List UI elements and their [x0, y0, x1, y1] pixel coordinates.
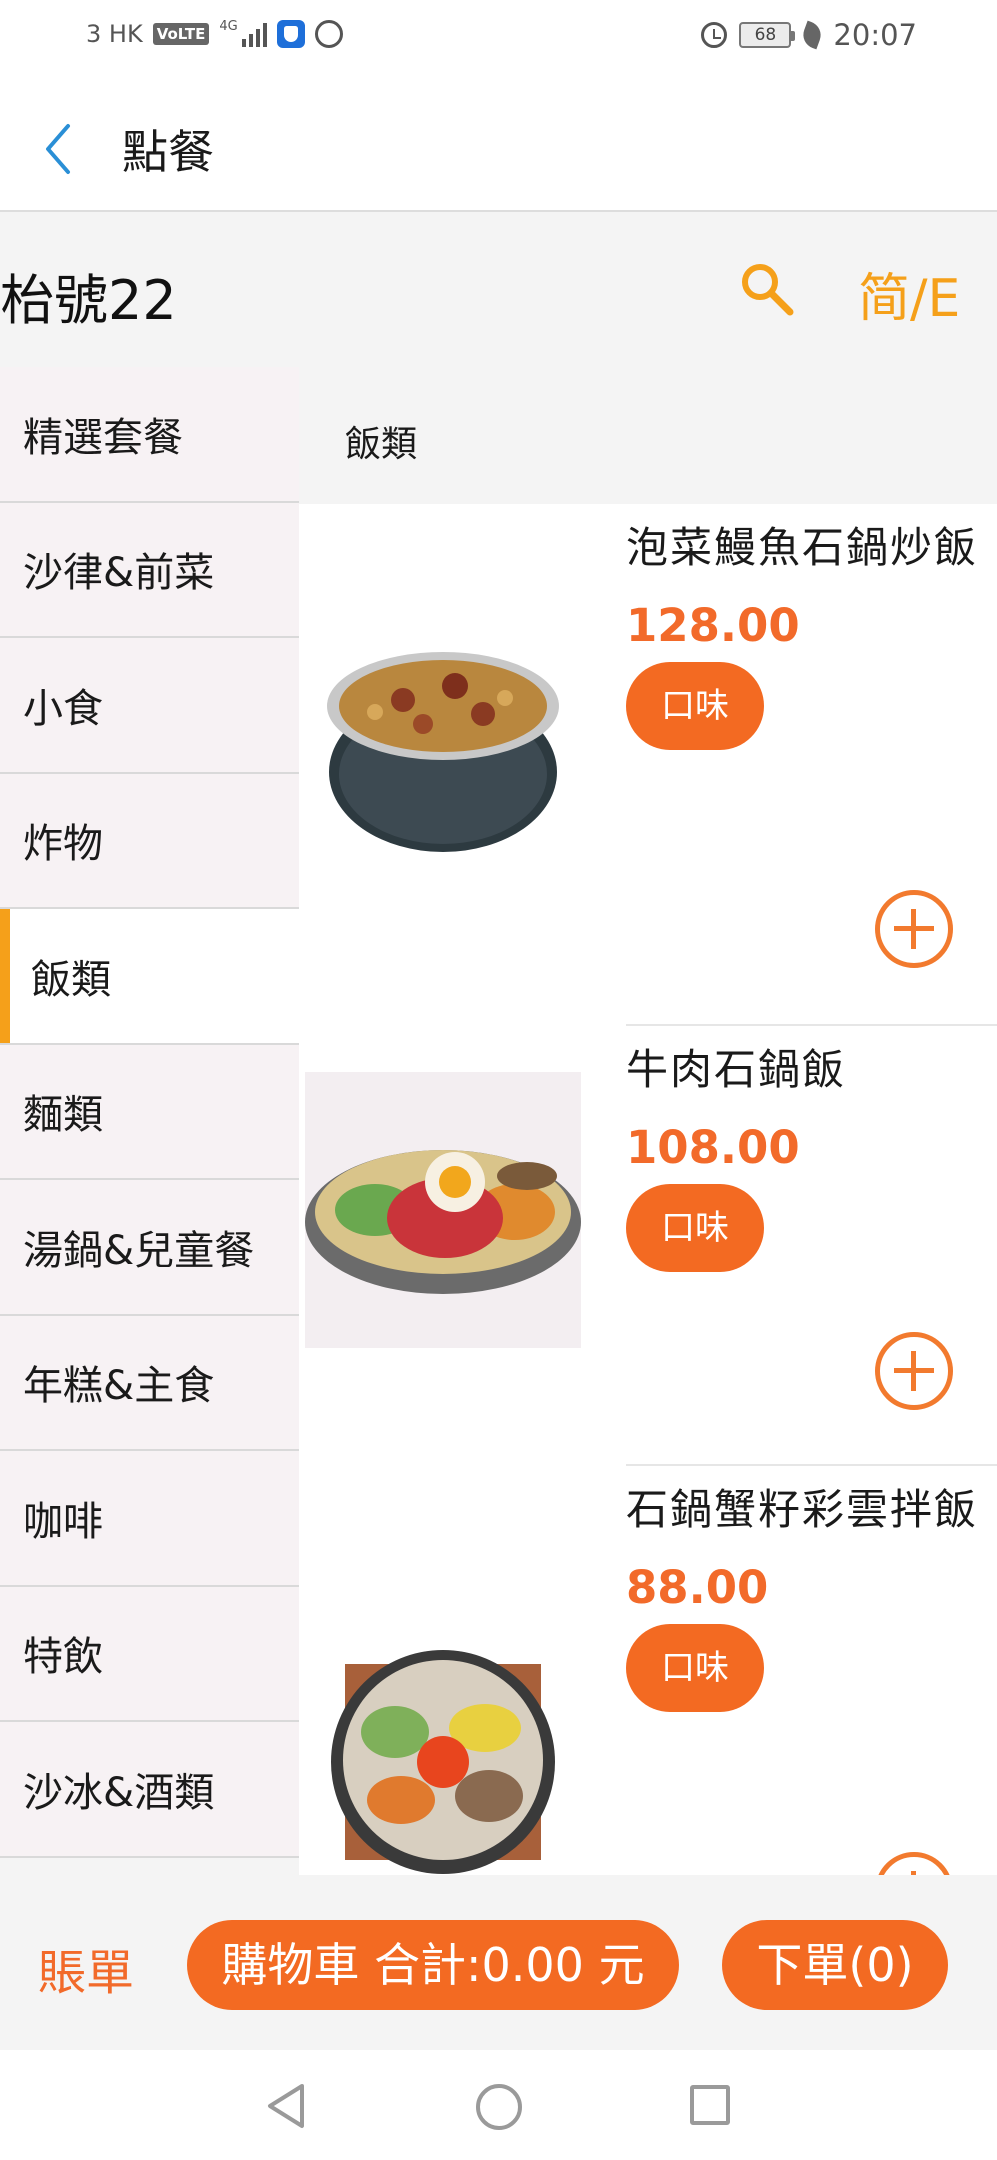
category-item[interactable]: 沙律&前菜 [0, 502, 299, 638]
status-bar: 3 HK VoLTE 4G 68 20:07 [0, 0, 997, 78]
category-item-active[interactable]: 飯類 [0, 909, 299, 1045]
signal-icon [241, 21, 267, 47]
item-price: 88.00 [626, 1561, 769, 1614]
place-order-button[interactable]: 下單(0) [722, 1920, 948, 2010]
item-price: 108.00 [626, 1121, 800, 1174]
menu-item-info: 牛肉石鍋飯 108.00 口味 [626, 1026, 986, 1272]
item-name: 石鍋蟹籽彩雲拌飯 [626, 1485, 979, 1534]
category-item[interactable]: 咖啡 [0, 1451, 299, 1587]
battery-icon: 68 [739, 22, 796, 48]
category-sidebar: 精選套餐 沙律&前菜 小食 炸物 飯類 麵類 湯鍋&兒童餐 年糕&主食 咖啡 特… [0, 367, 299, 1875]
app-bar: 點餐 [0, 78, 997, 212]
language-toggle[interactable]: 简/E [858, 256, 960, 331]
category-item[interactable]: 特飲 [0, 1586, 299, 1722]
status-bar-right: 68 20:07 [701, 18, 917, 52]
volte-badge: VoLTE [152, 23, 210, 45]
alarm-icon [701, 22, 728, 48]
category-item[interactable]: 麵類 [0, 1044, 299, 1180]
bottom-bar: 賬單 購物車 合計:0.00 元 下單(0) [0, 1875, 997, 2050]
bill-button[interactable]: 賬單 [38, 1933, 134, 2003]
clock: 20:07 [833, 18, 917, 52]
network-label: 4G [219, 19, 238, 34]
menu-content: 飯類 泡菜鰻魚石鍋炒飯 128.00 口味 牛肉石鍋飯 108.00 口味 石鍋… [299, 367, 997, 1875]
menu-item-info: 石鍋蟹籽彩雲拌飯 88.00 口味 [626, 1466, 986, 1712]
page-title: 點餐 [122, 125, 214, 179]
dish-image-bibimbap[interactable] [305, 1072, 581, 1348]
dish-image-crab-roe-bibimbap[interactable] [305, 1632, 581, 1875]
menu-item: 牛肉石鍋飯 108.00 口味 [299, 1026, 997, 1464]
category-item[interactable]: 小食 [0, 638, 299, 774]
dish-image-fried-rice[interactable] [305, 602, 581, 878]
flavor-button[interactable]: 口味 [626, 1624, 764, 1712]
table-number: 枱號22 [0, 269, 177, 332]
carrier-label: 3 HK [86, 20, 143, 48]
category-item[interactable]: 炸物 [0, 773, 299, 909]
chevron-left-icon[interactable] [38, 114, 88, 184]
flavor-button[interactable]: 口味 [626, 1184, 764, 1272]
menu-item-info: 泡菜鰻魚石鍋炒飯 128.00 口味 [626, 504, 986, 750]
category-item[interactable]: 精選套餐 [0, 367, 299, 503]
power-saving-icon [799, 20, 825, 50]
battery-level: 68 [754, 25, 777, 45]
flavor-button[interactable]: 口味 [626, 662, 764, 750]
nav-recent-apps-icon[interactable] [690, 2085, 730, 2125]
menu-item: 石鍋蟹籽彩雲拌飯 88.00 口味 [299, 1466, 997, 1875]
item-name: 牛肉石鍋飯 [626, 1045, 847, 1094]
cart-button[interactable]: 購物車 合計:0.00 元 [187, 1920, 679, 2010]
add-to-cart-icon[interactable] [875, 1852, 953, 1875]
table-bar: 枱號22 简/E [0, 212, 997, 367]
category-item[interactable]: 年糕&主食 [0, 1315, 299, 1451]
category-item[interactable]: 沙冰&酒類 [0, 1722, 299, 1858]
menu-item: 泡菜鰻魚石鍋炒飯 128.00 口味 [299, 504, 997, 1024]
add-to-cart-icon[interactable] [875, 890, 953, 968]
app-notification-icon [276, 20, 305, 48]
nav-back-icon[interactable] [264, 2082, 308, 2130]
item-price: 128.00 [626, 599, 800, 652]
status-bar-left: 3 HK VoLTE 4G [86, 20, 343, 48]
section-header: 飯類 [299, 367, 997, 504]
section-title: 飯類 [345, 424, 418, 465]
item-name: 泡菜鰻魚石鍋炒飯 [626, 523, 979, 572]
nav-home-icon[interactable] [476, 2084, 522, 2130]
add-to-cart-icon[interactable] [875, 1332, 953, 1410]
category-item[interactable]: 湯鍋&兒童餐 [0, 1180, 299, 1316]
whatsapp-icon [314, 20, 343, 48]
search-icon[interactable] [738, 260, 796, 318]
system-nav-bar [0, 2050, 997, 2160]
